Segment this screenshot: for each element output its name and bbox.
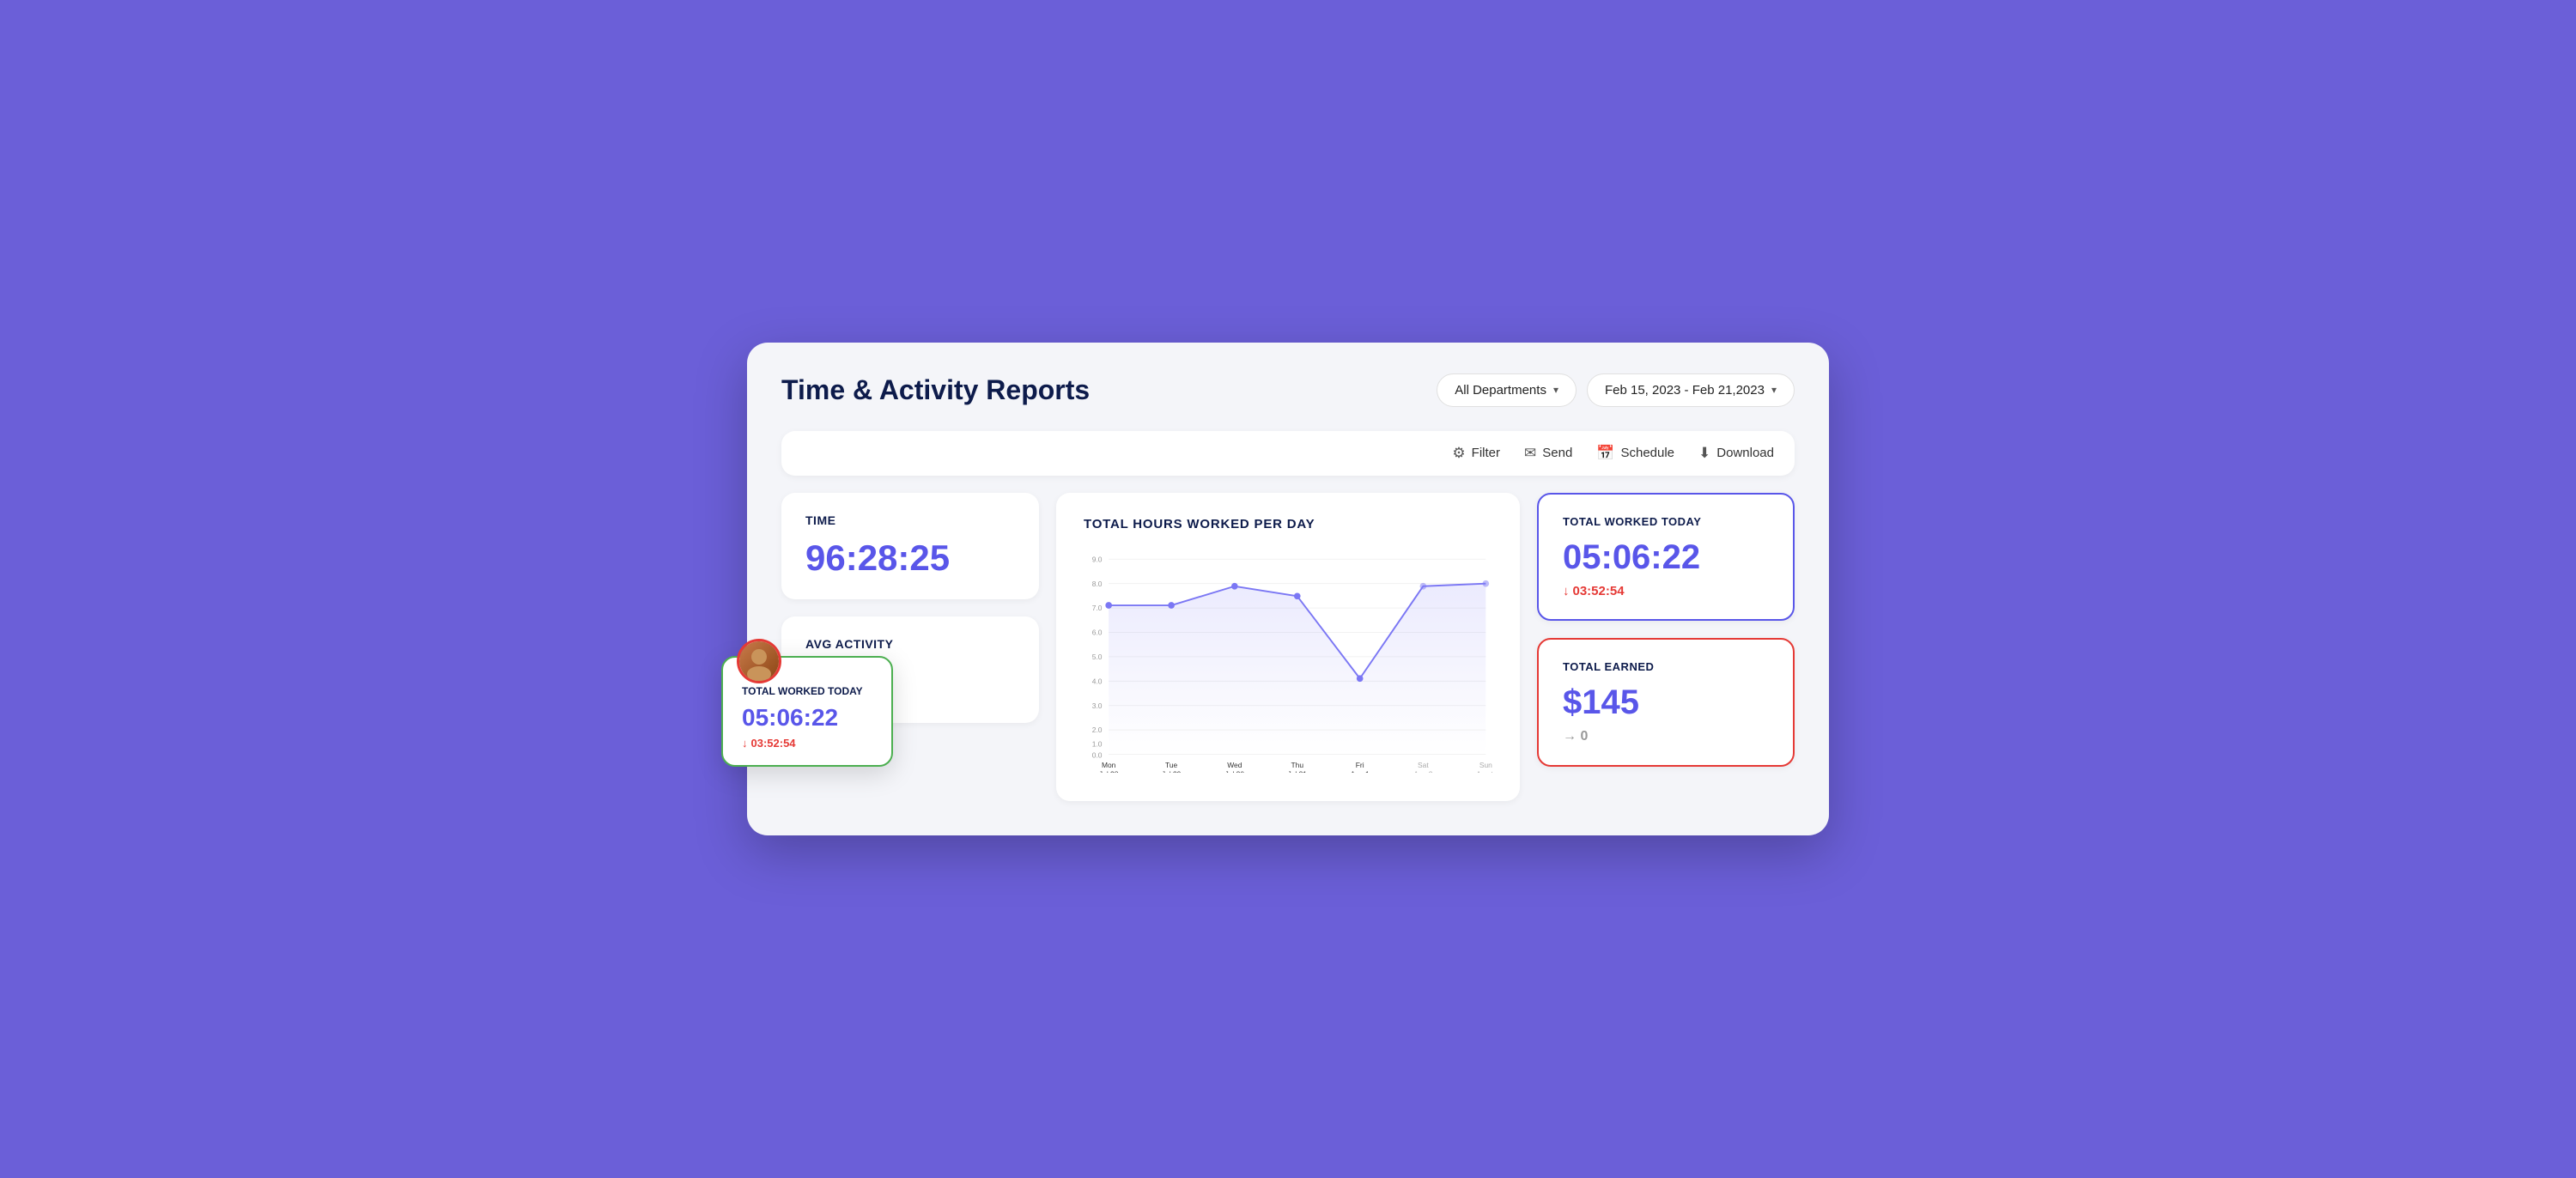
filter-icon: ⚙ xyxy=(1452,445,1465,462)
svg-text:Wed: Wed xyxy=(1227,761,1242,769)
chart-card: TOTAL HOURS WORKED PER DAY 9.0 8.0 7.0 6… xyxy=(1056,493,1520,801)
page-title: Time & Activity Reports xyxy=(781,374,1090,406)
floating-card: TOTAL WORKED TODAY 05:06:22 ↓ 03:52:54 xyxy=(721,656,893,767)
svg-text:Sun: Sun xyxy=(1479,761,1492,769)
department-label: All Departments xyxy=(1455,383,1546,398)
down-arrow-icon: ↓ xyxy=(1563,584,1570,598)
svg-text:Aug 1: Aug 1 xyxy=(1351,770,1370,773)
svg-text:Fri: Fri xyxy=(1356,761,1364,769)
svg-text:2.0: 2.0 xyxy=(1092,726,1103,734)
svg-text:7.0: 7.0 xyxy=(1092,604,1103,612)
total-earned-card: TOTAL EARNED $145 → 0 xyxy=(1537,638,1795,767)
date-range-label: Feb 15, 2023 - Feb 21,2023 xyxy=(1605,383,1765,398)
svg-text:9.0: 9.0 xyxy=(1092,555,1103,563)
calendar-icon: 📅 xyxy=(1596,445,1614,462)
svg-text:Tue: Tue xyxy=(1165,761,1178,769)
main-content: TIME 96:28:25 AVG ACTIVITY 91% TOTAL HOU… xyxy=(781,493,1795,801)
total-worked-value: 05:06:22 xyxy=(1563,538,1769,577)
svg-text:3.0: 3.0 xyxy=(1092,701,1103,710)
svg-text:Jul 31: Jul 31 xyxy=(1287,770,1307,773)
total-earned-sub: → 0 xyxy=(1563,729,1769,744)
floating-card-sub: ↓ 03:52:54 xyxy=(742,737,872,750)
svg-text:Jul 30: Jul 30 xyxy=(1225,770,1245,773)
avatar-image xyxy=(739,641,779,681)
svg-text:6.0: 6.0 xyxy=(1092,628,1103,637)
floating-card-label: TOTAL WORKED TODAY xyxy=(742,685,872,697)
send-icon: ✉ xyxy=(1524,445,1536,462)
svg-text:8.0: 8.0 xyxy=(1092,580,1103,588)
line-chart: 9.0 8.0 7.0 6.0 5.0 4.0 3.0 2.0 1.0 0.0 xyxy=(1084,549,1492,773)
date-range-selector[interactable]: Feb 15, 2023 - Feb 21,2023 ▾ xyxy=(1587,373,1795,407)
svg-text:1.0: 1.0 xyxy=(1092,739,1103,748)
header: Time & Activity Reports All Departments … xyxy=(781,373,1795,407)
svg-text:Jul 28: Jul 28 xyxy=(1099,770,1119,773)
floating-card-value: 05:06:22 xyxy=(742,704,872,732)
department-selector[interactable]: All Departments ▾ xyxy=(1437,373,1577,407)
time-value: 96:28:25 xyxy=(805,537,1015,579)
chart-area: 9.0 8.0 7.0 6.0 5.0 4.0 3.0 2.0 1.0 0.0 xyxy=(1084,549,1492,777)
toolbar-card: ⚙ Filter ✉ Send 📅 Schedule ⬇ Download xyxy=(781,431,1795,476)
download-icon: ⬇ xyxy=(1698,445,1710,462)
time-card: TIME 96:28:25 xyxy=(781,493,1039,599)
chart-title: TOTAL HOURS WORKED PER DAY xyxy=(1084,517,1492,531)
svg-text:Thu: Thu xyxy=(1291,761,1303,769)
total-earned-label: TOTAL EARNED xyxy=(1563,660,1769,673)
total-worked-sub: ↓ 03:52:54 xyxy=(1563,584,1769,598)
schedule-button[interactable]: 📅 Schedule xyxy=(1596,445,1674,462)
total-worked-label: TOTAL WORKED TODAY xyxy=(1563,515,1769,528)
svg-text:0.0: 0.0 xyxy=(1092,750,1103,759)
svg-text:5.0: 5.0 xyxy=(1092,653,1103,661)
svg-text:Jul 29: Jul 29 xyxy=(1162,770,1182,773)
download-button[interactable]: ⬇ Download xyxy=(1698,445,1774,462)
right-panel: TOTAL WORKED TODAY 05:06:22 ↓ 03:52:54 T… xyxy=(1537,493,1795,767)
total-worked-today-card: TOTAL WORKED TODAY 05:06:22 ↓ 03:52:54 xyxy=(1537,493,1795,621)
chevron-down-icon: ▾ xyxy=(1771,384,1777,396)
dashboard-container: Time & Activity Reports All Departments … xyxy=(747,343,1829,835)
down-arrow-icon: ↓ xyxy=(742,737,748,750)
total-earned-value: $145 xyxy=(1563,683,1769,722)
avatar xyxy=(737,639,781,683)
filter-button[interactable]: ⚙ Filter xyxy=(1452,445,1500,462)
chevron-down-icon: ▾ xyxy=(1553,384,1558,396)
svg-text:Aug 3: Aug 3 xyxy=(1476,770,1492,773)
header-controls: All Departments ▾ Feb 15, 2023 - Feb 21,… xyxy=(1437,373,1795,407)
avg-label: AVG ACTIVITY xyxy=(805,637,1015,651)
svg-text:Sat: Sat xyxy=(1418,761,1429,769)
svg-text:Mon: Mon xyxy=(1102,761,1116,769)
svg-text:4.0: 4.0 xyxy=(1092,677,1103,685)
time-label: TIME xyxy=(805,513,1015,527)
svg-text:Aug 2: Aug 2 xyxy=(1413,770,1432,773)
send-button[interactable]: ✉ Send xyxy=(1524,445,1572,462)
